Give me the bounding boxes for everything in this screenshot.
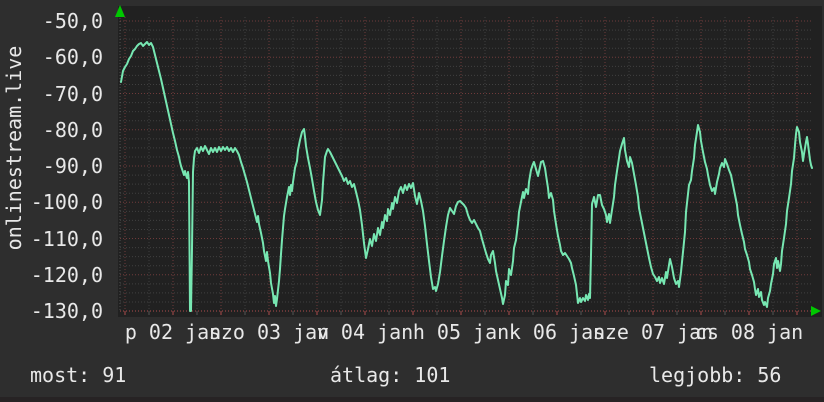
stat-most: most: 91: [30, 363, 127, 387]
x-axis-label: cs 08 jan: [694, 320, 804, 344]
latency-chart-canvas: onlinestream.live -50,0 -60,0 -70,0 -80,0 -9…: [0, 0, 824, 402]
y-axis-label: -100,0: [30, 190, 103, 215]
y-axis-label: -90,0: [42, 154, 103, 178]
y-axis-label: -110,0: [30, 226, 103, 251]
latency-line: [120, 41, 813, 312]
y-axis-arrow-icon: [115, 5, 125, 17]
y-axis-label: -130,0: [30, 299, 103, 323]
stat-legjobb: legjobb: 56: [649, 363, 782, 387]
x-axis-label: szo 03 jan: [208, 320, 330, 344]
x-axis-label: p 02 jan: [124, 320, 222, 344]
y-axis-label: -120,0: [30, 262, 103, 287]
y-axis-label: -50,0: [42, 9, 103, 33]
stat-atlag: átlag: 101: [330, 363, 451, 387]
x-axis-label: v 04 jan: [316, 320, 414, 344]
y-axis-label: -80,0: [42, 117, 103, 142]
y-axis-label: -60,0: [42, 45, 103, 70]
footer-strip: [0, 397, 824, 402]
watermark-text: onlinestream.live: [2, 45, 26, 251]
x-axis-arrow-icon: [811, 306, 821, 316]
y-axis-label: -70,0: [42, 81, 103, 106]
x-axis-label: h 05 jan: [412, 320, 510, 344]
x-axis-label: k 06 jan: [508, 320, 606, 344]
